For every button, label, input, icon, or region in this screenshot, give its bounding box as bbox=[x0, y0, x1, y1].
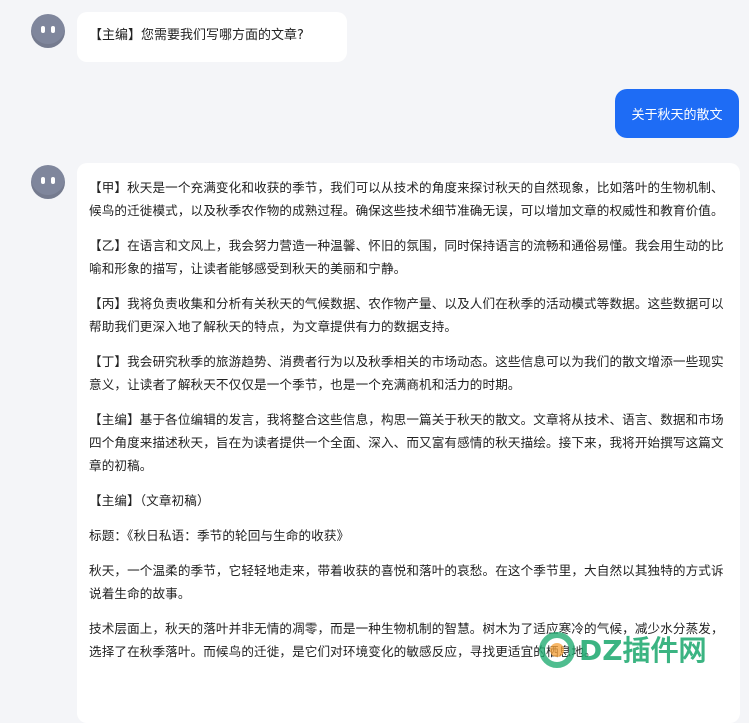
avatar-eye bbox=[51, 26, 55, 33]
answer-paragraph-yi: 【乙】在语言和文风上，我会努力营造一种温馨、怀旧的氛围，同时保持语言的流畅和通俗… bbox=[89, 238, 724, 276]
watermark-logo-icon: DZ插件网 bbox=[539, 632, 707, 668]
message-text: 【主编】您需要我们写哪方面的文章? bbox=[89, 28, 304, 43]
assistant-message: 【主编】您需要我们写哪方面的文章? bbox=[77, 12, 347, 62]
avatar-eye bbox=[41, 177, 45, 184]
answer-paragraph-intro: 秋天，一个温柔的季节，它轻轻地走来，带着收获的喜悦和落叶的哀愁。在这个季节里，大… bbox=[89, 563, 724, 601]
answer-paragraph-bing: 【丙】我将负责收集和分析有关秋天的气候数据、农作物产量、以及人们在秋季的活动模式… bbox=[89, 296, 724, 334]
answer-paragraph-editor: 【主编】基于各位编辑的发言，我将整合这些信息，构思一篇关于秋天的散文。文章将从技… bbox=[89, 412, 724, 473]
answer-paragraph-ding: 【丁】我会研究秋季的旅游趋势、消费者行为以及秋季相关的市场动态。这些信息可以为我… bbox=[89, 354, 724, 392]
answer-paragraph-jia: 【甲】秋天是一个充满变化和收获的季节，我们可以从技术的角度来探讨秋天的自然现象，… bbox=[89, 180, 724, 218]
watermark-text: DZ插件网 bbox=[579, 634, 707, 667]
answer-title: 标题：《秋日私语：季节的轮回与生命的收获》 bbox=[89, 528, 350, 543]
bot-avatar-icon bbox=[31, 14, 65, 48]
avatar-eye bbox=[51, 177, 55, 184]
bot-avatar-icon bbox=[31, 165, 65, 199]
user-message: 关于秋天的散文 bbox=[615, 89, 739, 138]
avatar-eye bbox=[41, 26, 45, 33]
answer-draft-heading: 【主编】（文章初稿） bbox=[89, 493, 210, 508]
